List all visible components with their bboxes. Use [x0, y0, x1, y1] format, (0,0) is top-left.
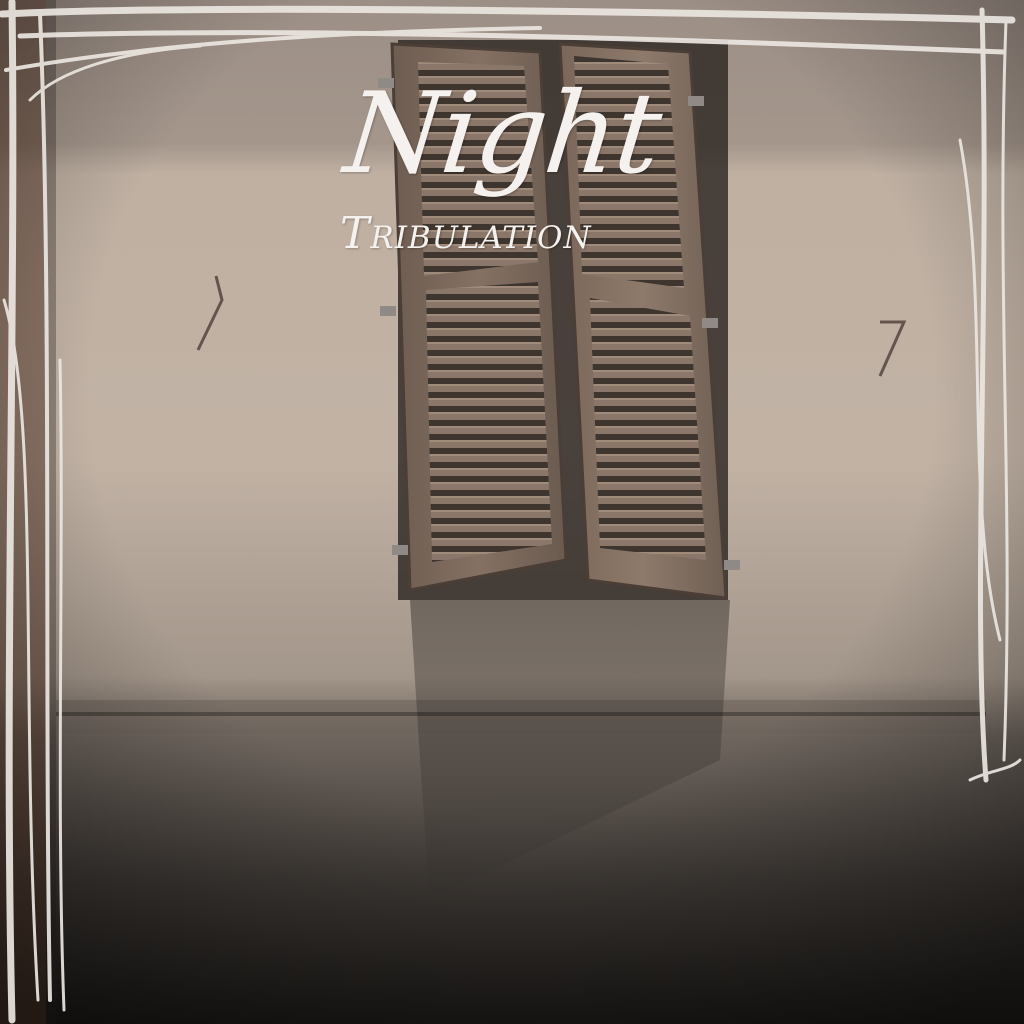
album-subtitle: Tribulation [340, 208, 592, 259]
album-cover: Night Tribulation [0, 0, 1024, 1024]
album-title-block: Night Tribulation [338, 69, 718, 280]
album-title: Night [339, 69, 666, 199]
